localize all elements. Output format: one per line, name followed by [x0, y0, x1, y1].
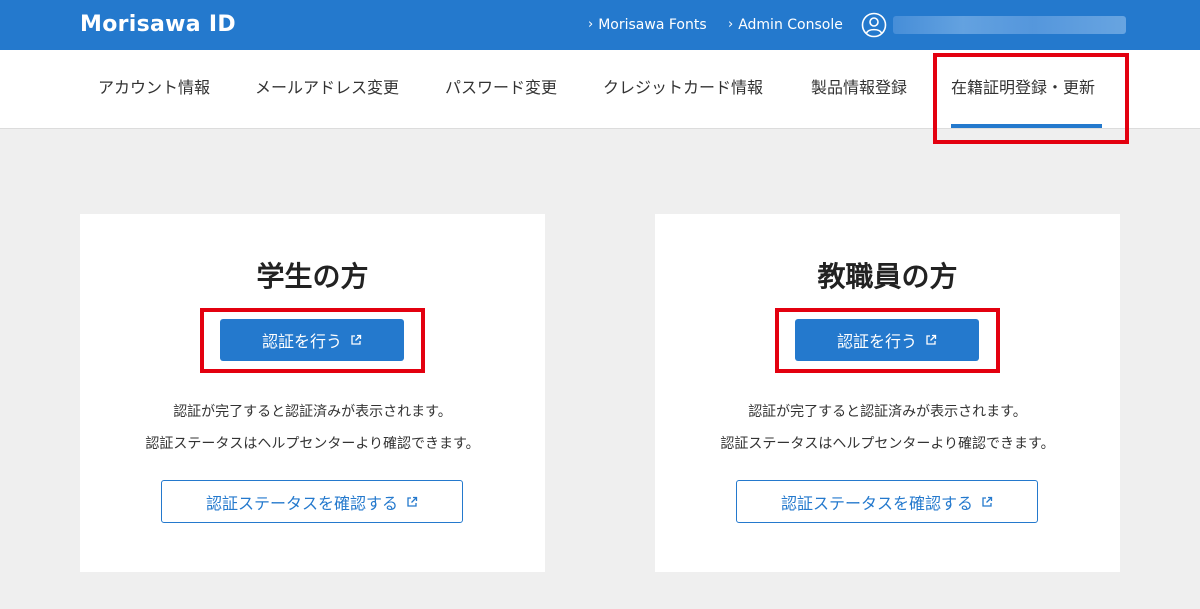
tab-account-info[interactable]: アカウント情報 — [98, 77, 210, 99]
verify-button-label: 認証を行う — [261, 332, 342, 351]
check-status-label: 認証ステータスを確認する — [205, 493, 398, 513]
tab-email-change[interactable]: メールアドレス変更 — [255, 77, 399, 99]
student-card-title: 学生の方 — [256, 260, 369, 293]
chevron-right-icon: › — [588, 17, 594, 32]
help-center-note: 認証ステータスはヘルプセンターより確認できます。 — [145, 436, 480, 452]
admin-console-link[interactable]: › Admin Console — [728, 16, 843, 34]
help-center-note: 認証ステータスはヘルプセンターより確認できます。 — [720, 436, 1055, 452]
admin-console-label: Admin Console — [738, 17, 843, 33]
morisawa-fonts-label: Morisawa Fonts — [598, 17, 707, 33]
student-check-status-button[interactable]: 認証ステータスを確認する — [161, 480, 463, 523]
brand-logo[interactable]: Morisawa ID — [80, 11, 236, 39]
tab-product-registration[interactable]: 製品情報登録 — [811, 77, 907, 99]
chevron-right-icon: › — [728, 17, 734, 32]
completion-note: 認証が完了すると認証済みが表示されます。 — [748, 404, 1027, 420]
student-verify-button[interactable]: 認証を行う — [220, 319, 404, 361]
tab-credit-card[interactable]: クレジットカード情報 — [603, 77, 763, 99]
external-link-icon — [407, 496, 418, 507]
verify-button-label: 認証を行う — [836, 332, 917, 351]
external-link-icon — [351, 334, 362, 345]
staff-verify-button[interactable]: 認証を行う — [795, 319, 979, 361]
user-name-redacted[interactable] — [893, 16, 1126, 34]
morisawa-fonts-link[interactable]: › Morisawa Fonts — [588, 16, 707, 34]
check-status-label: 認証ステータスを確認する — [780, 493, 973, 513]
staff-check-status-button[interactable]: 認証ステータスを確認する — [736, 480, 1038, 523]
external-link-icon — [982, 496, 993, 507]
highlight-box-tab — [933, 53, 1129, 144]
user-circle-icon[interactable] — [861, 12, 887, 38]
tab-password-change[interactable]: パスワード変更 — [445, 77, 557, 99]
staff-card-title: 教職員の方 — [817, 260, 958, 293]
staff-card: 教職員の方 認証を行う 認証が完了すると認証済みが表示されます。 認証ステータス… — [655, 214, 1120, 572]
completion-note: 認証が完了すると認証済みが表示されます。 — [173, 404, 452, 420]
top-header: Morisawa ID › Morisawa Fonts › Admin Con… — [0, 0, 1200, 50]
student-card: 学生の方 認証を行う 認証が完了すると認証済みが表示されます。 認証ステータスは… — [80, 214, 545, 572]
external-link-icon — [926, 334, 937, 345]
